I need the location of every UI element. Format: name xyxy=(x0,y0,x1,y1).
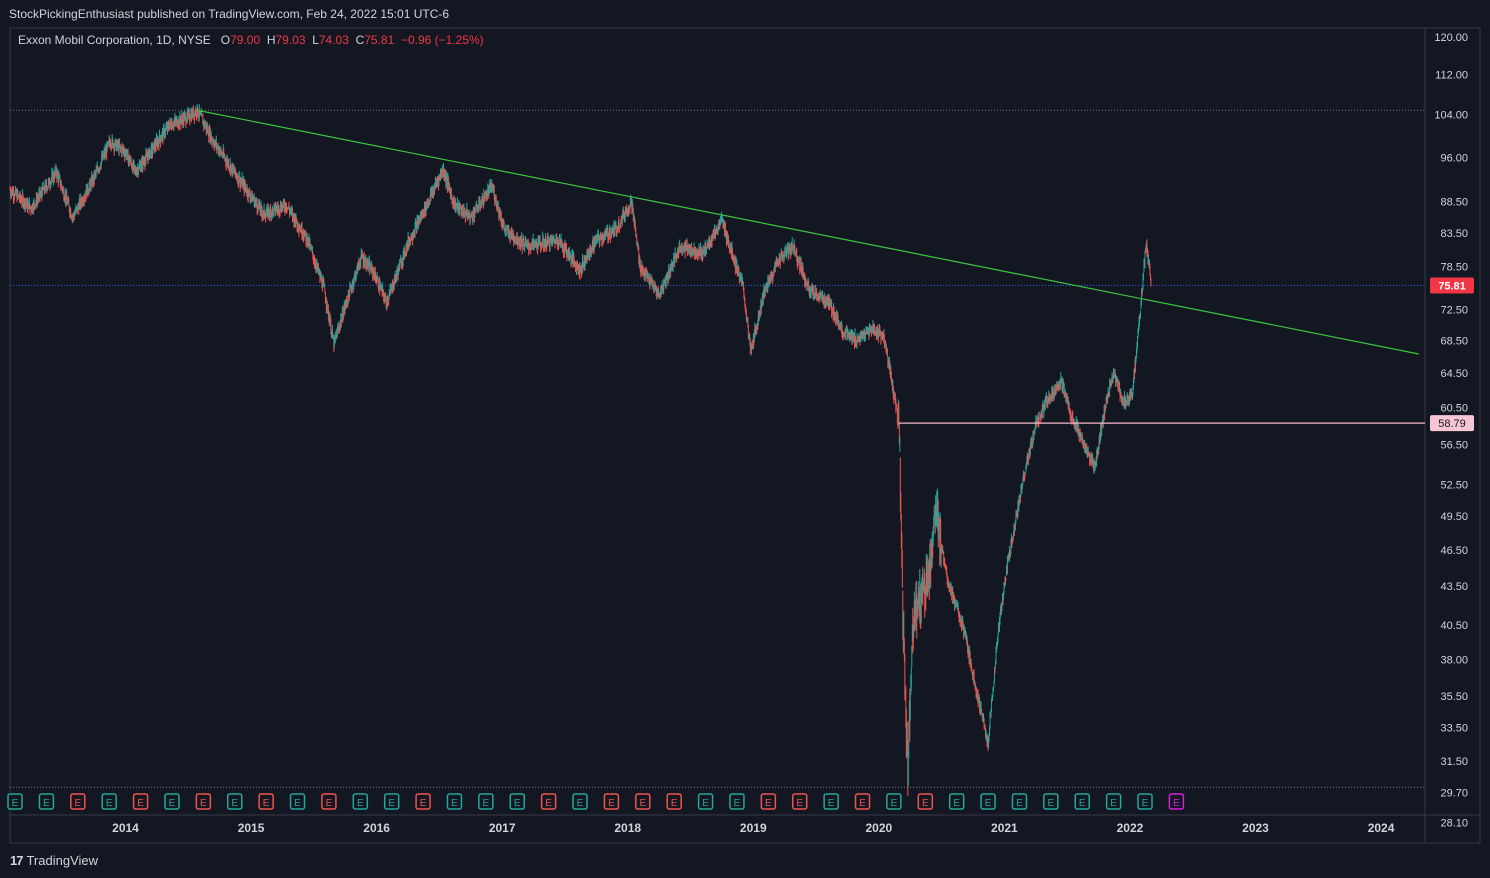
time-tick-label: 2016 xyxy=(363,821,390,835)
price-tick-label: 35.50 xyxy=(1440,691,1468,703)
time-tick-label: 2019 xyxy=(740,821,767,835)
earnings-marker-label: E xyxy=(294,798,301,809)
last-price-label: 75.81 xyxy=(1438,281,1466,293)
price-tick-label: 83.50 xyxy=(1440,228,1468,240)
earnings-marker-label: E xyxy=(1016,798,1023,809)
price-tick-label: 72.50 xyxy=(1440,305,1468,317)
low-label: L xyxy=(312,33,319,47)
time-tick-label: 2022 xyxy=(1117,821,1144,835)
earnings-marker-label: E xyxy=(765,798,772,809)
earnings-marker-label: E xyxy=(231,798,238,809)
earnings-marker-label: E xyxy=(985,798,992,809)
earnings-marker-label: E xyxy=(451,798,458,809)
symbol-label: Exxon Mobil Corporation, 1D, NYSE xyxy=(18,33,211,47)
earnings-marker-label: E xyxy=(200,798,207,809)
price-tick-label: 104.00 xyxy=(1434,109,1468,121)
time-tick-label: 2014 xyxy=(112,821,139,835)
earnings-marker-label: E xyxy=(953,798,960,809)
price-tick-label: 88.50 xyxy=(1440,197,1468,209)
earnings-marker-label: E xyxy=(74,798,81,809)
time-tick-label: 2021 xyxy=(991,821,1018,835)
time-tick-label: 2023 xyxy=(1242,821,1269,835)
price-tick-label: 60.50 xyxy=(1440,403,1468,415)
price-tick-label: 52.50 xyxy=(1440,479,1468,491)
open-label: O xyxy=(220,33,231,47)
earnings-marker-label: E xyxy=(357,798,364,809)
earnings-marker-label: E xyxy=(420,798,427,809)
price-tick-label: 68.50 xyxy=(1440,335,1468,347)
earnings-marker-label: E xyxy=(734,798,741,809)
close-value: 75.81 xyxy=(364,33,395,47)
price-tick-label: 64.50 xyxy=(1440,368,1468,380)
earnings-marker-label: E xyxy=(263,798,270,809)
earnings-marker-label: E xyxy=(169,798,176,809)
high-value: 79.03 xyxy=(275,33,306,47)
earnings-marker-label: E xyxy=(1173,798,1180,809)
earnings-marker-label: E xyxy=(326,798,333,809)
earnings-marker-label: E xyxy=(859,798,866,809)
time-tick-label: 2018 xyxy=(614,821,641,835)
earnings-marker-label: E xyxy=(1079,798,1086,809)
earnings-marker-label: E xyxy=(828,798,835,809)
earnings-marker-label: E xyxy=(388,798,395,809)
earnings-marker-label: E xyxy=(545,798,552,809)
price-tick-label: 46.50 xyxy=(1440,545,1468,557)
price-tick-label: 38.00 xyxy=(1440,654,1468,666)
chart-legend: Exxon Mobil Corporation, 1D, NYSE O79.00… xyxy=(18,33,484,47)
earnings-marker-label: E xyxy=(106,798,113,809)
price-tick-label: 31.50 xyxy=(1440,756,1468,768)
price-tick-label: 43.50 xyxy=(1440,581,1468,593)
earnings-marker-label: E xyxy=(702,798,709,809)
price-tick-label: 28.10 xyxy=(1440,818,1468,830)
tradingview-logo-icon: 17 xyxy=(10,853,24,868)
earnings-marker-label: E xyxy=(1142,798,1149,809)
price-tick-label: 33.50 xyxy=(1440,723,1468,735)
earnings-marker-label: E xyxy=(514,798,521,809)
price-tick-label: 96.00 xyxy=(1440,153,1468,165)
close-label: C xyxy=(355,33,365,47)
earnings-marker-label: E xyxy=(577,798,584,809)
earnings-marker-label: E xyxy=(137,798,144,809)
price-tick-label: 120.00 xyxy=(1434,32,1468,44)
earnings-marker-label: E xyxy=(891,798,898,809)
time-tick-label: 2015 xyxy=(238,821,265,835)
low-value: 74.03 xyxy=(318,33,349,47)
earnings-marker-label: E xyxy=(671,798,678,809)
chart-frame xyxy=(9,27,1481,844)
earnings-marker-label: E xyxy=(1110,798,1117,809)
earnings-marker-label: E xyxy=(1048,798,1055,809)
support-price-label: 58.79 xyxy=(1438,418,1466,430)
price-tick-label: 112.00 xyxy=(1435,69,1468,81)
price-tick-label: 49.50 xyxy=(1440,511,1468,523)
price-tick-label: 40.50 xyxy=(1440,620,1468,632)
time-tick-label: 2020 xyxy=(865,821,892,835)
price-tick-label: 56.50 xyxy=(1440,440,1468,452)
earnings-marker-label: E xyxy=(796,798,803,809)
time-tick-label: 2017 xyxy=(489,821,516,835)
change-value: −0.96 (−1.25%) xyxy=(400,33,484,47)
earnings-marker-label: E xyxy=(639,798,646,809)
open-value: 79.00 xyxy=(230,33,261,47)
earnings-marker-label: E xyxy=(922,798,929,809)
earnings-marker-label: E xyxy=(483,798,490,809)
earnings-marker-label: E xyxy=(608,798,615,809)
resistance-trendline[interactable] xyxy=(196,109,1419,355)
tradingview-footer[interactable]: 17 TradingView xyxy=(0,843,1490,878)
time-tick-label: 2024 xyxy=(1368,821,1395,835)
earnings-marker-label: E xyxy=(12,798,19,809)
earnings-marker-label: E xyxy=(43,798,50,809)
price-tick-label: 29.70 xyxy=(1440,788,1468,800)
price-tick-label: 78.50 xyxy=(1440,262,1468,274)
tradingview-brand: TradingView xyxy=(26,853,99,868)
price-chart[interactable]: 120.00 112.00 104.00 96.00 88.50 83.50 78.50 72… xyxy=(0,0,1490,878)
